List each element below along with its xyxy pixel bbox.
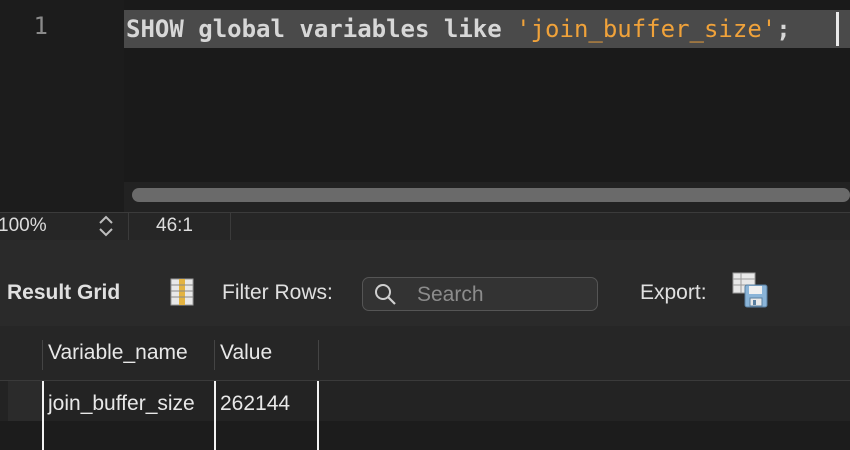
column-divider bbox=[318, 340, 319, 370]
line-number-gutter: 1 bbox=[0, 0, 124, 212]
cell-value[interactable]: 262144 bbox=[220, 392, 290, 416]
result-grid: Variable_name Value join_buffer_size 262… bbox=[0, 326, 850, 450]
column-header-variable-name[interactable]: Variable_name bbox=[48, 341, 188, 365]
column-header-value[interactable]: Value bbox=[220, 341, 272, 365]
export-icon[interactable] bbox=[732, 272, 768, 308]
result-grid-tab[interactable]: Result Grid bbox=[7, 281, 120, 305]
sql-string-literal: 'join_buffer_size' bbox=[516, 15, 777, 43]
text-cursor bbox=[836, 12, 839, 46]
column-divider bbox=[214, 340, 215, 370]
column-divider bbox=[42, 340, 43, 370]
empty-row bbox=[0, 421, 850, 450]
filter-search-box[interactable] bbox=[362, 277, 598, 311]
sql-code-line[interactable]: SHOW global variables like 'join_buffer_… bbox=[126, 12, 791, 46]
sql-keywords: SHOW global variables like bbox=[126, 15, 517, 43]
editor-status-bar: 100% 46:1 bbox=[0, 212, 850, 241]
zoom-stepper-icon[interactable] bbox=[96, 213, 116, 242]
cell-border bbox=[317, 381, 319, 450]
search-icon bbox=[373, 282, 399, 308]
cell-border bbox=[42, 381, 44, 450]
search-input[interactable] bbox=[415, 281, 589, 309]
row-selector[interactable] bbox=[8, 381, 42, 421]
horizontal-scroll-thumb[interactable] bbox=[132, 188, 850, 202]
filter-rows-label: Filter Rows: bbox=[222, 281, 333, 304]
cell-variable-name[interactable]: join_buffer_size bbox=[48, 392, 195, 416]
result-toolbar: Result Grid Filter Rows: Export: bbox=[0, 240, 850, 326]
cursor-position: 46:1 bbox=[156, 215, 193, 236]
export-label: Export: bbox=[640, 281, 707, 304]
status-divider bbox=[230, 213, 231, 241]
grid-view-icon[interactable] bbox=[170, 278, 194, 306]
cell-border bbox=[214, 381, 216, 450]
zoom-level[interactable]: 100% bbox=[0, 215, 47, 237]
line-number: 1 bbox=[33, 12, 48, 40]
sql-editor[interactable]: 1 SHOW global variables like 'join_buffe… bbox=[0, 0, 850, 212]
status-divider bbox=[128, 213, 129, 241]
sql-terminator: ; bbox=[776, 15, 791, 43]
